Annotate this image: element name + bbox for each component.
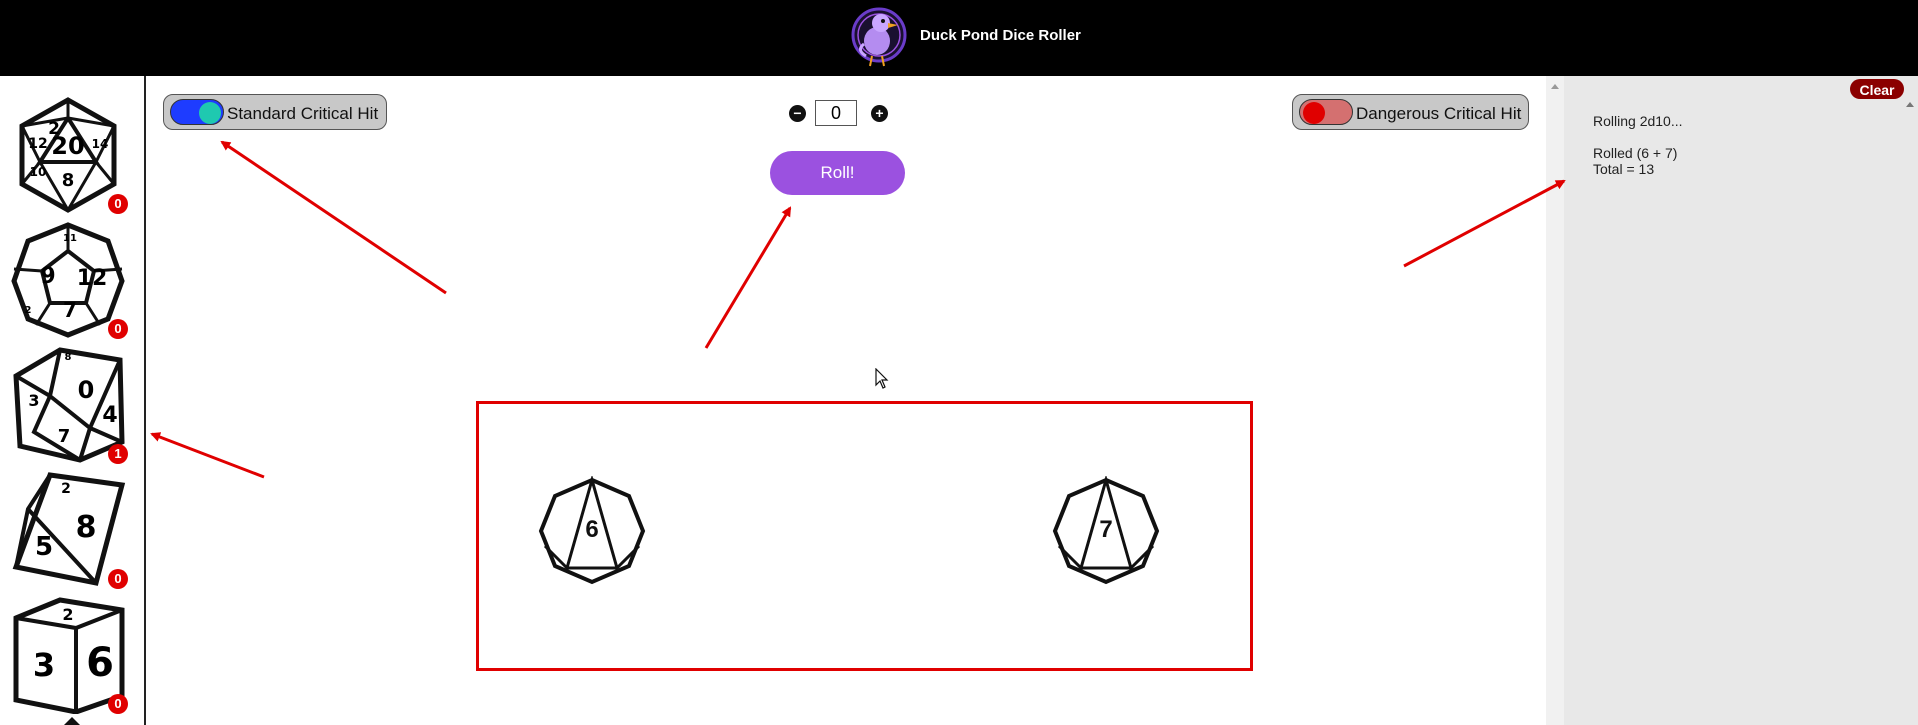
svg-text:7: 7	[58, 426, 71, 447]
decrement-button[interactable]: −	[789, 105, 806, 122]
svg-text:9: 9	[40, 264, 55, 289]
svg-text:2: 2	[61, 481, 71, 497]
sidebar-more-indicator-icon	[62, 717, 82, 725]
arrow-to-standard-toggle	[220, 140, 447, 295]
die-d20-button[interactable]: 20 2 8 12 10 14 0	[10, 96, 134, 214]
svg-text:8: 8	[65, 352, 72, 363]
die-d12-button[interactable]: 9 12 7 11 2 0	[10, 221, 134, 339]
svg-text:3: 3	[33, 646, 55, 684]
die-d8-button[interactable]: 8 5 2 0	[10, 471, 134, 589]
d10-icon: 0 4 3 7 8	[13, 347, 125, 463]
app-title: Duck Pond Dice Roller	[920, 27, 1081, 44]
switch-knob	[1303, 102, 1325, 124]
standard-critical-label: Standard Critical Hit	[227, 104, 379, 123]
top-bar: Duck Pond Dice Roller	[0, 0, 1918, 76]
standard-critical-switch[interactable]	[170, 99, 224, 125]
roll-button[interactable]: Roll!	[770, 151, 905, 195]
svg-text:4: 4	[102, 403, 117, 428]
roll-result-area: 6 7	[476, 401, 1253, 671]
svg-text:2: 2	[62, 605, 73, 624]
die-d6-button[interactable]: 2 3 6 0	[10, 596, 134, 714]
duck-logo-icon	[851, 7, 907, 67]
dice-sidebar: 20 2 8 12 10 14 0 9 12 7 11 2 0 0 4 3 7 …	[0, 76, 146, 725]
svg-text:12: 12	[28, 136, 47, 152]
standard-critical-toggle[interactable]: Standard Critical Hit	[163, 94, 387, 130]
result-die: 7	[1051, 474, 1161, 586]
log-total-line: Total = 13	[1593, 161, 1655, 177]
d10-count-badge: 1	[108, 444, 128, 464]
arrow-to-roll-log	[1403, 179, 1566, 268]
arrow-to-d10	[150, 432, 265, 479]
clear-log-button[interactable]: Clear	[1850, 79, 1904, 99]
svg-text:8: 8	[76, 510, 97, 545]
svg-text:8: 8	[62, 170, 75, 191]
svg-text:2: 2	[25, 305, 32, 316]
result-die-value: 7	[1099, 516, 1113, 543]
dangerous-critical-label: Dangerous Critical Hit	[1356, 104, 1522, 123]
svg-text:2: 2	[48, 119, 60, 139]
d8-icon: 8 5 2	[12, 472, 126, 586]
result-die: 6	[537, 474, 647, 586]
log-scrollbar[interactable]	[1546, 76, 1564, 725]
dangerous-critical-toggle[interactable]: Dangerous Critical Hit	[1292, 94, 1529, 130]
d12-icon: 9 12 7 11 2	[11, 222, 125, 338]
scroll-up-icon[interactable]	[1906, 102, 1914, 107]
arrow-to-roll-button	[704, 206, 792, 349]
svg-text:5: 5	[35, 532, 53, 562]
d6-count-badge: 0	[108, 694, 128, 714]
increment-button[interactable]: +	[871, 105, 888, 122]
result-die-value: 6	[585, 516, 599, 543]
log-rolling-line: Rolling 2d10...	[1593, 113, 1683, 129]
svg-text:6: 6	[86, 640, 114, 686]
die-d10-button[interactable]: 0 4 3 7 8 1	[10, 346, 134, 464]
d20-icon: 20 2 8 12 10 14	[19, 97, 117, 213]
svg-text:11: 11	[63, 233, 77, 244]
switch-knob	[199, 102, 221, 124]
d8-count-badge: 0	[108, 569, 128, 589]
svg-text:0: 0	[78, 376, 95, 404]
svg-text:12: 12	[77, 266, 108, 291]
log-rolled-line: Rolled (6 + 7)	[1593, 145, 1678, 161]
svg-text:3: 3	[28, 391, 39, 410]
scroll-up-icon[interactable]	[1551, 84, 1559, 89]
dangerous-critical-switch[interactable]	[1299, 99, 1353, 125]
modifier-input[interactable]	[815, 100, 857, 126]
mouse-cursor-icon	[875, 368, 889, 389]
d20-count-badge: 0	[108, 194, 128, 214]
d12-count-badge: 0	[108, 319, 128, 339]
svg-text:10: 10	[30, 165, 47, 179]
svg-text:14: 14	[92, 137, 109, 151]
svg-text:7: 7	[63, 298, 77, 322]
d6-icon: 2 3 6	[13, 597, 125, 714]
